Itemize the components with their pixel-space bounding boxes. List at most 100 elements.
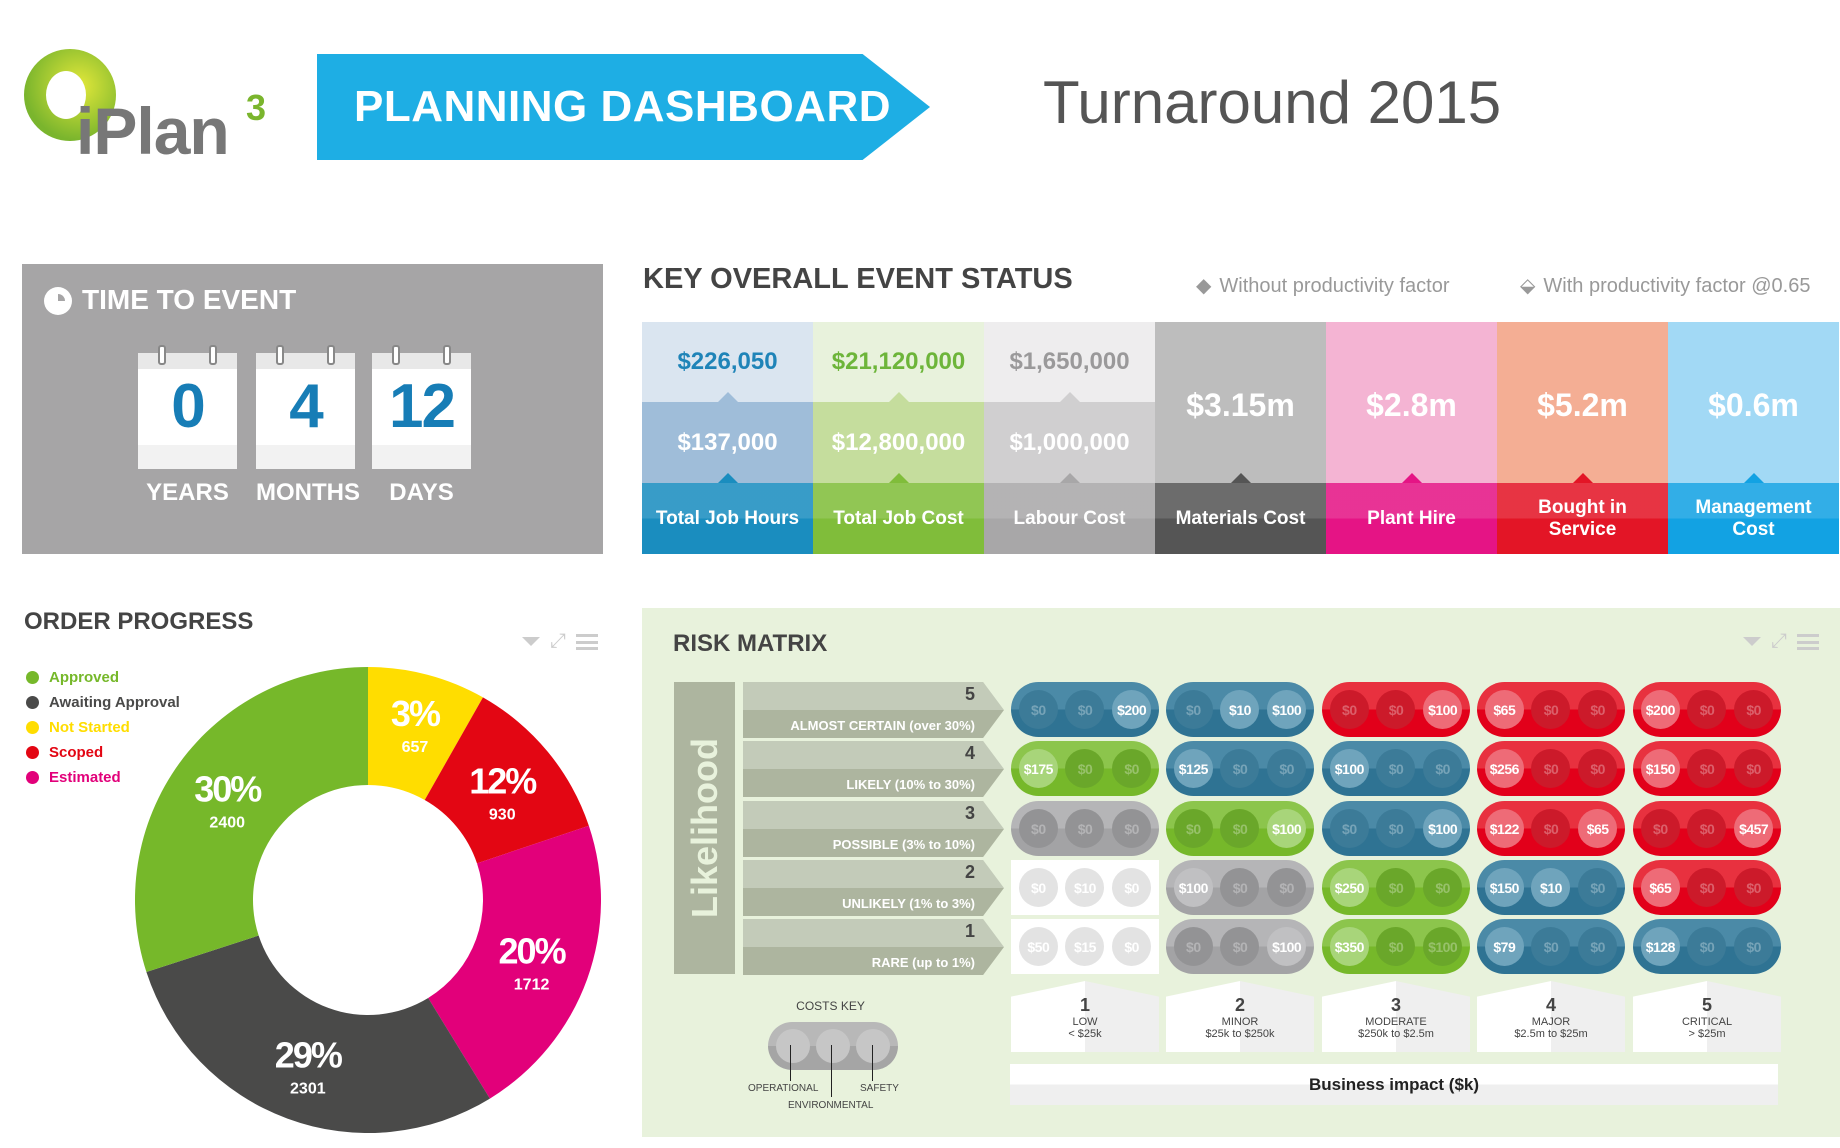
risk-cell-l5-i5[interactable]: $200 $0 $0 bbox=[1633, 682, 1781, 737]
likelihood-row-5: 5 ALMOST CERTAIN (over 30%) bbox=[743, 682, 1004, 738]
operational-cost: $0 bbox=[1173, 927, 1213, 966]
menu-icon[interactable] bbox=[1797, 633, 1819, 650]
operational-cost: $0 bbox=[1329, 809, 1369, 848]
likelihood-number: 3 bbox=[964, 803, 975, 823]
risk-matrix-title: RISK MATRIX bbox=[673, 630, 828, 657]
card-label: Labour Cost bbox=[1013, 507, 1126, 529]
risk-cell-l3-i2[interactable]: $0 $0 $100 bbox=[1166, 801, 1314, 856]
risk-cell-l2-i2[interactable]: $100 $0 $0 bbox=[1166, 860, 1314, 915]
risk-cell-l1-i2[interactable]: $0 $0 $100 bbox=[1166, 919, 1314, 974]
impact-range: > $25m bbox=[1688, 1028, 1726, 1040]
risk-cell-l2-i5[interactable]: $65 $0 $0 bbox=[1633, 860, 1781, 915]
safety-cost: $0 bbox=[1267, 749, 1307, 788]
safety-cost: $100 bbox=[1267, 927, 1307, 966]
card-label-row: Total Job Hours bbox=[642, 473, 813, 554]
risk-cell-l4-i1[interactable]: $175 $0 $0 bbox=[1011, 741, 1159, 796]
likelihood-row-1: 1 RARE (up to 1%) bbox=[743, 919, 1004, 975]
risk-cell-l4-i3[interactable]: $100 $0 $0 bbox=[1322, 741, 1470, 796]
card-label: Bought in Service bbox=[1538, 496, 1627, 540]
countdown-value: 0 bbox=[171, 372, 205, 441]
operational-cost: $65 bbox=[1484, 690, 1524, 729]
risk-cell-l1-i1[interactable]: $50 $15 $0 bbox=[1011, 919, 1159, 974]
slice-count-label: 2400 bbox=[209, 815, 245, 832]
dropdown-icon[interactable] bbox=[522, 637, 540, 646]
order-progress-widget-controls: ⤢ bbox=[522, 630, 598, 653]
environmental-cost: $0 bbox=[1220, 749, 1260, 788]
impact-label: LOW bbox=[1072, 1016, 1098, 1028]
environmental-cost: $0 bbox=[1531, 809, 1571, 848]
safety-cost: $0 bbox=[1734, 868, 1774, 907]
environmental-cost: $0 bbox=[1220, 927, 1260, 966]
value-without-productivity: $226,050 bbox=[642, 322, 813, 402]
countdown-value: 12 bbox=[389, 372, 456, 441]
slice-count-label: 930 bbox=[489, 806, 516, 823]
value-with-productivity-row: $12,800,000 bbox=[813, 392, 984, 483]
likelihood-number: 4 bbox=[964, 743, 975, 763]
risk-cell-l3-i3[interactable]: $0 $0 $100 bbox=[1322, 801, 1470, 856]
status-card-labour-cost[interactable]: $1,650,000 $1,000,000 Labour Cost bbox=[984, 322, 1155, 554]
donut-slice-approved[interactable] bbox=[134, 667, 368, 973]
operational-cost: $250 bbox=[1329, 868, 1369, 907]
risk-cell-l5-i3[interactable]: $0 $0 $100 bbox=[1322, 682, 1470, 737]
expand-icon[interactable]: ⤢ bbox=[1771, 630, 1787, 653]
risk-cell-l2-i1[interactable]: $0 $10 $0 bbox=[1011, 860, 1159, 915]
value-with-productivity-row: $137,000 bbox=[642, 392, 813, 483]
card-value: $0.6m bbox=[1668, 322, 1839, 483]
safety-cost: $65 bbox=[1578, 809, 1618, 848]
countdown-unit-label: YEARS bbox=[146, 479, 229, 506]
operational-cost: $128 bbox=[1640, 927, 1680, 966]
risk-cell-l5-i2[interactable]: $0 $10 $100 bbox=[1166, 682, 1314, 737]
iplan-logo: iPlan 3 bbox=[24, 47, 274, 168]
risk-cell-l3-i1[interactable]: $0 $0 $0 bbox=[1011, 801, 1159, 856]
costs-key-safety: SAFETY bbox=[860, 1083, 899, 1094]
risk-cell-l4-i2[interactable]: $125 $0 $0 bbox=[1166, 741, 1314, 796]
costs-key-pill bbox=[768, 1022, 898, 1070]
status-card-bought-in-service[interactable]: $5.2m Bought in Service bbox=[1497, 322, 1668, 554]
environmental-cost: $0 bbox=[1376, 927, 1416, 966]
safety-cost: $0 bbox=[1734, 749, 1774, 788]
safety-cost: $0 bbox=[1423, 749, 1463, 788]
environmental-cost: $15 bbox=[1065, 927, 1105, 966]
risk-cell-l5-i1[interactable]: $0 $0 $200 bbox=[1011, 682, 1159, 737]
status-card-materials-cost[interactable]: $3.15m Materials Cost bbox=[1155, 322, 1326, 554]
impact-column-5: 5 CRITICAL > $25m bbox=[1633, 981, 1781, 1052]
risk-cell-l5-i4[interactable]: $65 $0 $0 bbox=[1477, 682, 1625, 737]
risk-cell-l2-i4[interactable]: $150 $10 $0 bbox=[1477, 860, 1625, 915]
card-label-row: Total Job Cost bbox=[813, 473, 984, 554]
slice-percent-label: 29% bbox=[275, 1034, 343, 1075]
environmental-cost: $10 bbox=[1531, 868, 1571, 907]
risk-cell-l1-i4[interactable]: $79 $0 $0 bbox=[1477, 919, 1625, 974]
impact-column-2: 2 MINOR $25k to $250k bbox=[1166, 981, 1314, 1052]
risk-cell-l3-i4[interactable]: $122 $0 $65 bbox=[1477, 801, 1625, 856]
slice-percent-label: 20% bbox=[499, 930, 567, 971]
menu-icon[interactable] bbox=[576, 633, 598, 650]
environmental-cost: $10 bbox=[1065, 868, 1105, 907]
likelihood-row-2: 2 UNLIKELY (1% to 3%) bbox=[743, 860, 1004, 916]
environmental-cost: $0 bbox=[1376, 749, 1416, 788]
impact-column-4: 4 MAJOR $2.5m to $25m bbox=[1477, 981, 1625, 1052]
status-card-total-job-cost[interactable]: $21,120,000 $12,800,000 Total Job Cost bbox=[813, 322, 984, 554]
legend-dot-icon bbox=[26, 696, 39, 709]
status-card-management-cost[interactable]: $0.6m Management Cost bbox=[1668, 322, 1839, 554]
environmental-cost: $0 bbox=[1065, 749, 1105, 788]
card-label-row: Materials Cost bbox=[1155, 473, 1326, 554]
risk-cell-l4-i4[interactable]: $256 $0 $0 bbox=[1477, 741, 1625, 796]
card-label-row: Labour Cost bbox=[984, 473, 1155, 554]
risk-cell-l3-i5[interactable]: $0 $0 $457 bbox=[1633, 801, 1781, 856]
risk-cell-l2-i3[interactable]: $250 $0 $0 bbox=[1322, 860, 1470, 915]
risk-cell-l1-i3[interactable]: $350 $0 $100 bbox=[1322, 919, 1470, 974]
status-card-total-job-hours[interactable]: $226,050 $137,000 Total Job Hours bbox=[642, 322, 813, 554]
legend-label: With productivity factor @0.65 bbox=[1543, 275, 1811, 297]
status-card-plant-hire[interactable]: $2.8m Plant Hire bbox=[1326, 322, 1497, 554]
dropdown-icon[interactable] bbox=[1743, 637, 1761, 646]
risk-matrix-widget-controls: ⤢ bbox=[1743, 630, 1819, 653]
impact-label: CRITICAL bbox=[1681, 1016, 1733, 1028]
pointer-icon bbox=[888, 473, 909, 483]
business-impact-axis: Business impact ($k) bbox=[1010, 1064, 1778, 1105]
expand-icon[interactable]: ⤢ bbox=[550, 630, 566, 653]
risk-cell-l4-i5[interactable]: $150 $0 $0 bbox=[1633, 741, 1781, 796]
operational-cost: $0 bbox=[1173, 809, 1213, 848]
safety-cost: $100 bbox=[1267, 809, 1307, 848]
likelihood-label: UNLIKELY (1% to 3%) bbox=[842, 896, 975, 911]
risk-cell-l1-i5[interactable]: $128 $0 $0 bbox=[1633, 919, 1781, 974]
